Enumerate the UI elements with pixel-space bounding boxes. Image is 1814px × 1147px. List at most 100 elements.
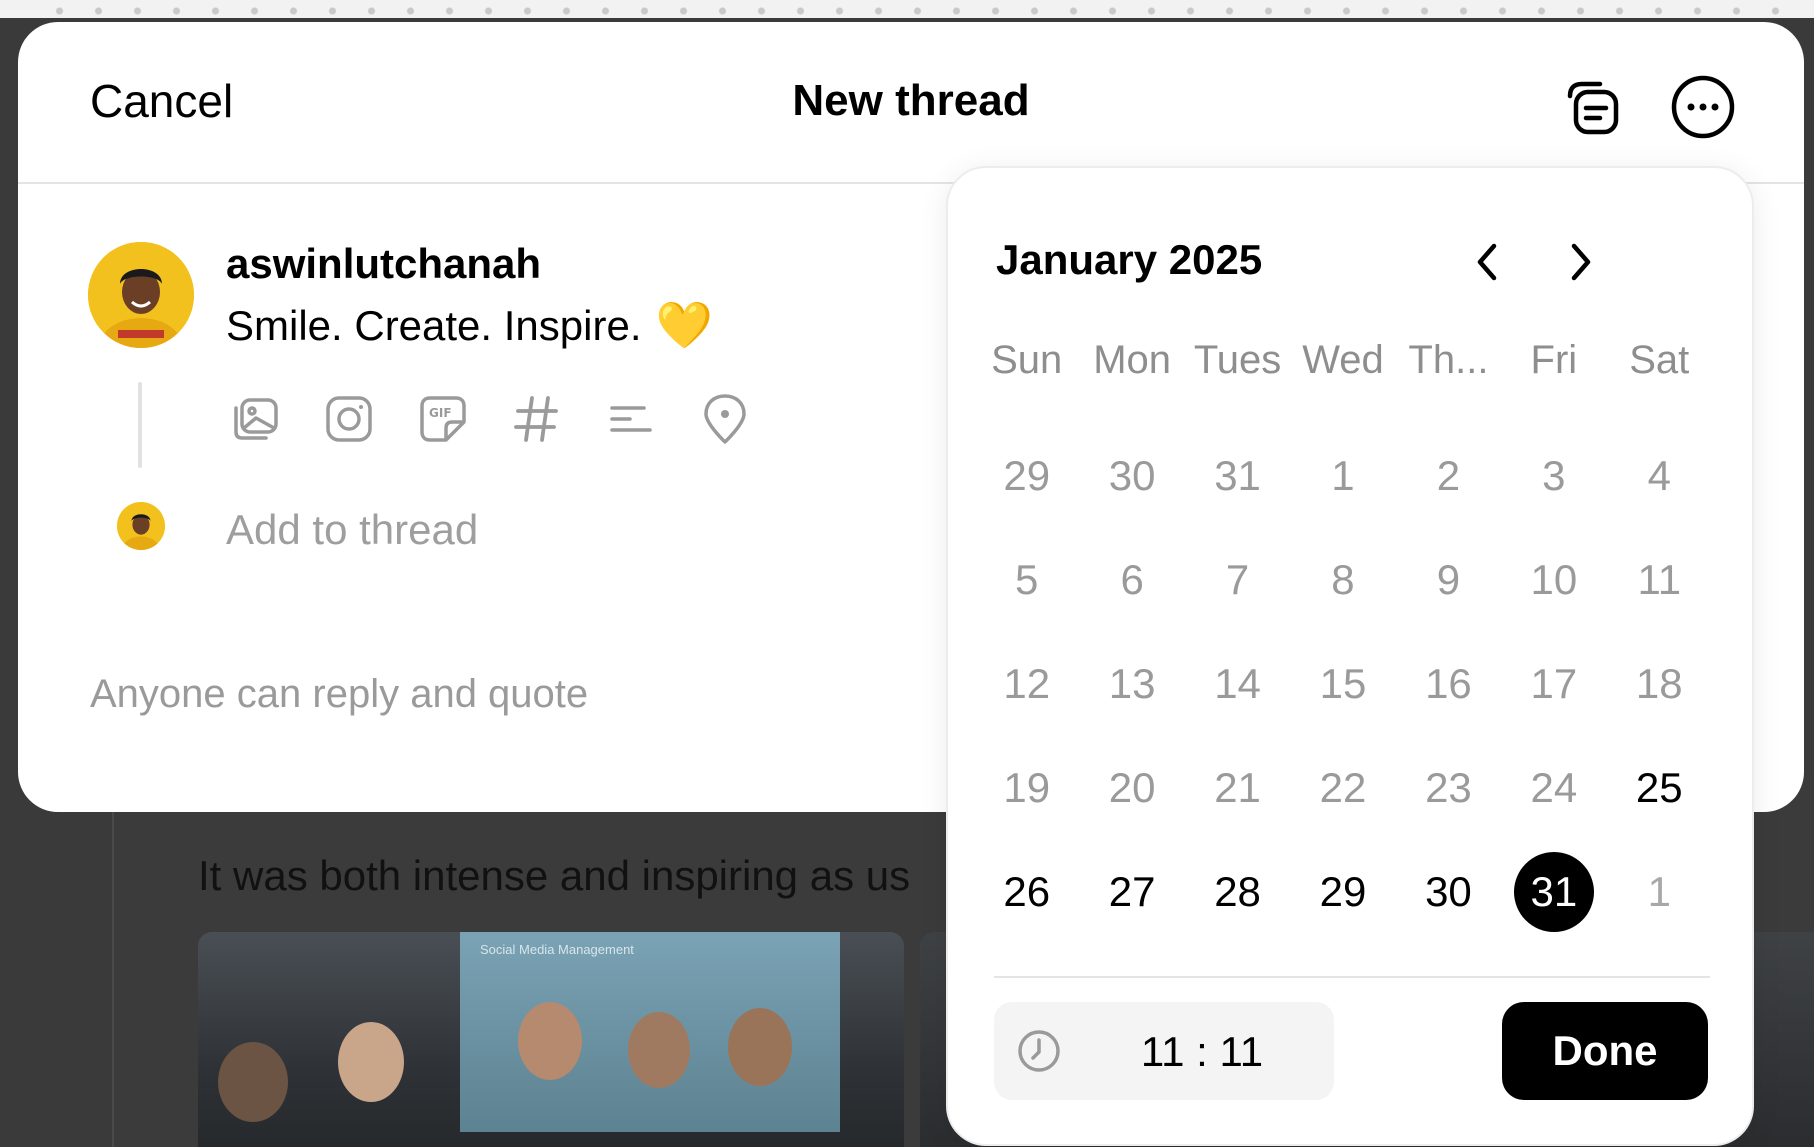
calendar-day: 10 — [1501, 528, 1606, 632]
calendar-day: 21 — [1185, 736, 1290, 840]
weekday-label: Wed — [1302, 338, 1384, 382]
calendar-day-label: 11 — [1637, 556, 1682, 603]
svg-text:GIF: GIF — [429, 406, 452, 420]
calendar-day-label: 21 — [1214, 764, 1261, 811]
time-value: 11 : 11 — [1140, 1028, 1264, 1075]
more-options-icon[interactable] — [1666, 70, 1740, 144]
background-post-text: It was both intense and inspiring as us — [198, 852, 911, 899]
background-photo-person — [728, 1008, 792, 1086]
calendar-day: 20 — [1079, 736, 1184, 840]
calendar-day[interactable]: 1 — [1607, 840, 1712, 944]
calendar-day[interactable]: 29 — [1290, 840, 1395, 944]
calendar-day-label: 20 — [1108, 764, 1156, 811]
calendar-day-label: 17 — [1530, 660, 1578, 707]
calendar-day-label: 16 — [1425, 660, 1472, 707]
weekday-label: Fri — [1530, 338, 1578, 382]
calendar-day: 8 — [1290, 528, 1395, 632]
calendar-day: 13 — [1079, 632, 1184, 736]
calendar-day[interactable]: 28 — [1185, 840, 1290, 944]
avatar-small — [117, 502, 165, 550]
background-dot-pattern — [40, 6, 1800, 16]
calendar-day: 24 — [1501, 736, 1606, 840]
calendar-day-label: 4 — [1647, 452, 1671, 499]
calendar-day-label: 31 — [1214, 452, 1261, 499]
calendar-day: 19 — [974, 736, 1079, 840]
calendar-day: 6 — [1079, 528, 1184, 632]
calendar-day-label: 19 — [1003, 764, 1051, 811]
calendar-day[interactable]: 30 — [1396, 840, 1501, 944]
calendar-day: 1 — [1290, 424, 1395, 528]
calendar-day-label: 5 — [1015, 556, 1039, 603]
calendar-day: 17 — [1501, 632, 1606, 736]
calendar-day-label: 14 — [1214, 660, 1261, 707]
calendar-day-label: 15 — [1319, 660, 1367, 707]
calendar-day: 2 — [1396, 424, 1501, 528]
calendar-day-label: 31 — [1513, 852, 1594, 932]
weekday-label: Mon — [1093, 338, 1172, 382]
calendar-day[interactable]: 27 — [1079, 840, 1184, 944]
location-icon[interactable] — [696, 390, 754, 448]
calendar-day: 30 — [1079, 424, 1184, 528]
calendar-day-label: 29 — [1003, 452, 1051, 499]
calendar-day-label: 12 — [1003, 660, 1051, 707]
clock-icon — [1016, 1028, 1062, 1074]
calendar-day: 22 — [1290, 736, 1395, 840]
gif-icon[interactable]: GIF — [414, 390, 472, 448]
calendar-day[interactable]: 26 — [974, 840, 1079, 944]
calendar-day-label: 6 — [1120, 556, 1144, 603]
calendar-day: 7 — [1185, 528, 1290, 632]
time-picker-field[interactable]: 11 : 11 — [994, 1002, 1334, 1100]
calendar-day-label: 29 — [1319, 868, 1367, 915]
calendar-day: 11 — [1607, 528, 1712, 632]
background-photo-person — [518, 1002, 582, 1080]
calendar-day-label: 27 — [1108, 868, 1156, 915]
calendar-divider — [994, 976, 1710, 978]
camera-icon[interactable] — [320, 390, 378, 448]
weekday-label: Sun — [991, 338, 1063, 382]
calendar-day-selected[interactable]: 31 — [1501, 840, 1606, 944]
calendar-day-label: 1 — [1331, 452, 1355, 499]
calendar-day-label: 9 — [1436, 556, 1461, 603]
thread-text-input[interactable]: Smile. Create. Inspire. 💛 — [226, 298, 713, 353]
poll-icon[interactable] — [602, 390, 660, 448]
calendar-day[interactable]: 25 — [1607, 736, 1712, 840]
background-photo-person — [338, 1022, 404, 1102]
chevron-right-icon[interactable] — [1552, 234, 1608, 290]
calendar-day-label: 8 — [1331, 556, 1355, 603]
hashtag-icon[interactable] — [508, 390, 566, 448]
calendar-day-label: 23 — [1425, 764, 1472, 811]
add-to-thread-button[interactable]: Add to thread — [226, 506, 478, 554]
calendar-day: 18 — [1607, 632, 1712, 736]
attachment-toolbar: GIF — [226, 390, 754, 448]
calendar-day-label: 28 — [1214, 868, 1261, 915]
chevron-left-icon[interactable] — [1460, 234, 1516, 290]
background-post-photo: Social Media Management — [198, 932, 904, 1147]
calendar-day: 23 — [1396, 736, 1501, 840]
calendar-day-label: 2 — [1436, 452, 1461, 499]
calendar-day: 12 — [974, 632, 1079, 736]
calendar-month-label: January 2025 — [996, 236, 1263, 283]
background-photo-screen-label: Social Media Management — [480, 942, 634, 957]
calendar-day-label: 18 — [1635, 660, 1683, 707]
background-photo-person — [628, 1012, 690, 1088]
done-button[interactable]: Done — [1502, 1002, 1708, 1100]
avatar[interactable] — [88, 242, 194, 348]
drafts-icon[interactable] — [1552, 70, 1626, 144]
calendar-day: 3 — [1501, 424, 1606, 528]
calendar-day-label: 30 — [1425, 868, 1472, 915]
thread-text: Smile. Create. Inspire. — [226, 301, 642, 349]
calendar-day-label: 24 — [1530, 764, 1578, 811]
calendar-day-label: 1 — [1647, 868, 1671, 915]
calendar-day: 16 — [1396, 632, 1501, 736]
thread-connector-line — [138, 382, 142, 468]
calendar-day-label: 30 — [1108, 452, 1156, 499]
calendar-day-label: 22 — [1319, 764, 1367, 811]
reply-setting-button[interactable]: Anyone can reply and quote — [90, 672, 588, 717]
weekday-label: Sat — [1629, 338, 1690, 382]
calendar-day: 29 — [974, 424, 1079, 528]
calendar-day: 14 — [1185, 632, 1290, 736]
schedule-calendar-popover: January 2025 Sun Mon Tues Wed Th... Fri … — [946, 166, 1754, 1146]
username: aswinlutchanah — [226, 240, 542, 287]
yellow-heart-emoji: 💛 — [655, 299, 713, 351]
gallery-icon[interactable] — [226, 390, 284, 448]
